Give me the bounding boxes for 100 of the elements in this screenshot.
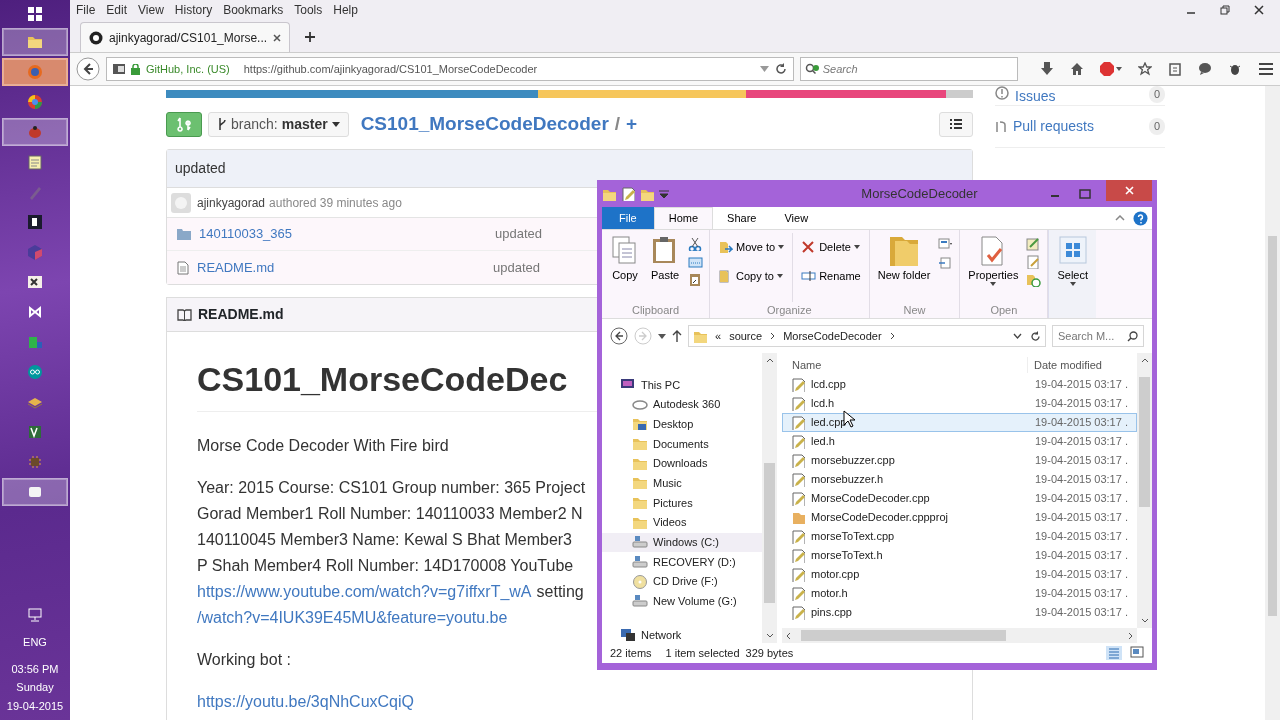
readme-link[interactable]: https://www.youtube.com/watch?v=g7iffxrT_wA (197, 580, 532, 606)
file-link[interactable]: 140110033_365 (199, 224, 495, 244)
ribbon-button[interactable]: Properties (966, 233, 1021, 302)
file-row[interactable]: led.h 19-04-2015 03:17 . (782, 432, 1137, 451)
file-row[interactable]: motor.h 19-04-2015 03:17 . (782, 584, 1137, 603)
menu-item[interactable]: Help (333, 1, 358, 19)
menu-item[interactable]: History (174, 1, 213, 19)
nav-item[interactable]: Desktop (602, 414, 762, 435)
up-icon[interactable] (672, 330, 682, 342)
file-link[interactable]: README.md (197, 257, 493, 278)
ribbon-button[interactable]: Copy (608, 233, 642, 302)
menu-icon[interactable] (1258, 62, 1274, 76)
nav-item[interactable]: Documents (602, 434, 762, 454)
browser-tab[interactable]: ajinkyagorad/CS101_Morse... (80, 22, 291, 52)
nav-item[interactable]: Videos (602, 512, 762, 533)
nav-item[interactable]: Music (602, 473, 762, 494)
nav-item[interactable]: RECOVERY (D:) (602, 552, 762, 572)
menu-item[interactable]: Edit (106, 1, 128, 19)
home-icon[interactable] (1070, 62, 1084, 76)
file-row[interactable]: MorseCodeDecoder.cpp 19-04-2015 03:17 . (782, 489, 1137, 508)
language-indicator[interactable]: ENG (23, 634, 47, 651)
nav-item[interactable]: CD Drive (F:) (602, 571, 762, 592)
file-row[interactable]: MorseCodeDecoder.cppproj 19-04-2015 03:17 . (782, 508, 1137, 527)
branch-button[interactable]: branch: master (208, 111, 349, 137)
ribbon-tab[interactable]: Home (653, 207, 714, 229)
restore-icon[interactable] (1220, 5, 1230, 15)
url-text[interactable]: https://github.com/ajinkyagorad/CS101_MorseCodeDecoder (243, 60, 754, 78)
ribbon-button[interactable]: Copy to (716, 265, 787, 286)
ribbon-button[interactable]: Rename (799, 265, 863, 286)
star-icon[interactable] (1138, 62, 1152, 76)
sidebar-icon[interactable] (113, 64, 125, 74)
nav-item[interactable]: Downloads (602, 453, 762, 474)
ribbon-button[interactable]: Move to (716, 237, 787, 258)
close-button[interactable] (1106, 180, 1152, 201)
open-icon[interactable] (1026, 237, 1042, 251)
menu-item[interactable]: Bookmarks (223, 1, 284, 19)
dropdown-icon[interactable] (659, 189, 669, 198)
search-field[interactable]: Search M... (1052, 325, 1144, 347)
tiles-view-icon[interactable] (1130, 646, 1144, 658)
nav-item[interactable]: New Volume (G:) (602, 591, 762, 612)
history-icon[interactable] (1026, 273, 1042, 287)
site-identity[interactable]: GitHub, Inc. (US) (146, 60, 230, 78)
back-icon[interactable] (76, 57, 100, 81)
close-icon[interactable] (273, 33, 282, 42)
bug-icon[interactable] (1228, 62, 1242, 76)
ribbon-button[interactable]: Delete (799, 237, 863, 258)
file-row[interactable]: pins.cpp 19-04-2015 03:17 . (782, 603, 1137, 622)
file-row[interactable]: led.cpp 19-04-2015 03:17 . (782, 413, 1137, 432)
scrollbar[interactable] (782, 628, 1137, 643)
scrollbar[interactable] (1265, 86, 1280, 720)
scissors-icon[interactable] (688, 237, 703, 251)
search-field[interactable]: Search (799, 57, 1018, 81)
nav-item[interactable]: Pictures (602, 493, 762, 513)
scrollbar[interactable] (762, 353, 777, 643)
ribbon-tab[interactable]: File (602, 207, 654, 229)
sidebar-link[interactable]: Issues 0 (995, 86, 1165, 106)
windows-icon[interactable] (28, 7, 42, 21)
repo-title[interactable]: CS101_MorseCodeDecoder (360, 109, 609, 139)
column-header[interactable]: Date modified (1027, 356, 1102, 373)
menu-item[interactable]: File (76, 1, 96, 19)
file-row[interactable]: motor.cpp 19-04-2015 03:17 . (782, 565, 1137, 584)
edit-icon[interactable] (1026, 255, 1042, 269)
collapse-icon[interactable] (1115, 215, 1125, 221)
issue-icon (995, 86, 1009, 100)
ribbon-button[interactable]: New folder (875, 233, 933, 302)
download-icon[interactable] (1040, 62, 1054, 76)
file-row[interactable]: morsebuzzer.h 19-04-2015 03:17 . (782, 470, 1137, 489)
compare-button[interactable] (166, 111, 202, 137)
sidebar-link[interactable]: Pull requests 0 (995, 106, 1165, 148)
nav-item[interactable]: Network (602, 625, 762, 645)
copy-path-icon[interactable] (688, 255, 703, 269)
reload-icon[interactable] (774, 63, 787, 75)
menu-item[interactable]: View (138, 1, 164, 19)
readme-link[interactable]: /watch?v=4IUK39E45MU&feature=youtu.be (197, 606, 508, 632)
nav-item[interactable]: This PC (602, 375, 762, 395)
new-tab-icon[interactable] (304, 31, 317, 43)
new-file-link[interactable]: + (626, 109, 638, 139)
new-item-icon[interactable] (938, 237, 954, 251)
back-icon[interactable] (610, 327, 628, 345)
file-row[interactable]: morseToText.h 19-04-2015 03:17 . (782, 546, 1137, 565)
commit-author[interactable]: ajinkyagorad (197, 193, 266, 212)
menu-item[interactable]: Tools (294, 1, 323, 19)
list-button[interactable] (939, 111, 973, 137)
stop-sign-icon[interactable] (1100, 62, 1122, 76)
maximize-icon[interactable] (1079, 188, 1091, 199)
chat-icon[interactable] (1198, 62, 1212, 76)
address-bar[interactable]: « source MorseCodeDecoder (688, 325, 1046, 347)
close-icon[interactable] (1254, 5, 1264, 15)
nav-item[interactable]: Autodesk 360 (602, 394, 762, 415)
file-row[interactable]: morsebuzzer.cpp 19-04-2015 03:17 . (782, 451, 1137, 470)
easy-access-icon[interactable] (938, 255, 954, 269)
properties-icon[interactable] (621, 186, 635, 201)
clipboard-icon[interactable] (1168, 62, 1182, 76)
help-icon[interactable] (1133, 210, 1148, 226)
shortcut-icon[interactable] (688, 273, 703, 287)
nav-item[interactable]: Windows (C:) (602, 532, 762, 553)
ribbon-button[interactable]: Paste (648, 233, 682, 302)
file-row[interactable]: morseToText.cpp 19-04-2015 03:17 . (782, 527, 1137, 546)
readme-link[interactable]: https://youtu.be/3qNhCuxCqiQ (197, 690, 414, 716)
scrollbar[interactable] (1137, 353, 1152, 628)
